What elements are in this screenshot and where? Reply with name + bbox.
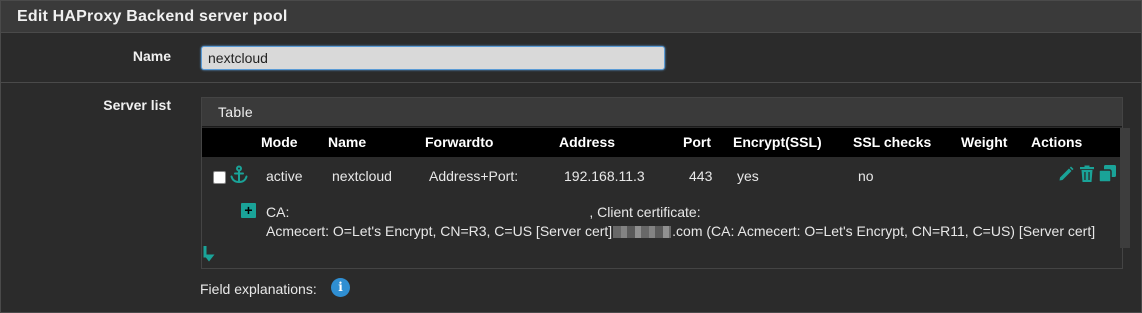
column-header-ssl-checks: SSL checks — [853, 134, 932, 150]
column-header-actions: Actions — [1031, 134, 1083, 150]
cell-ssl-checks: no — [858, 168, 874, 184]
expand-details-button[interactable]: + — [241, 203, 256, 218]
cell-port: 443 — [689, 168, 713, 184]
details-line-2: Acmecert: O=Let's Encrypt, CN=R3, C=US [… — [266, 223, 1095, 239]
column-header-address: Address — [559, 134, 616, 150]
anchor-icon[interactable] — [229, 165, 249, 185]
details-ca-label: CA: — [266, 204, 290, 220]
info-icon[interactable]: i — [331, 278, 350, 297]
details-client-cert-label: , Client certificate: — [589, 204, 701, 220]
details-ca-cert: .com (CA: Acmecert: O=Let's Encrypt, CN=… — [672, 223, 1096, 239]
cell-name: nextcloud — [332, 168, 392, 184]
column-header-port: Port — [683, 134, 711, 150]
name-label: Name — [132, 48, 171, 64]
server-list-table-panel: Table Mode Name Forwardto Address Port E… — [201, 97, 1130, 269]
column-header-forwardto: Forwardto — [425, 134, 494, 150]
field-explanations-label: Field explanations: — [200, 281, 317, 297]
server-list-label: Server list — [103, 97, 171, 113]
row-select-checkbox[interactable] — [213, 171, 226, 184]
details-server-cert: Acmecert: O=Let's Encrypt, CN=R3, C=US [… — [266, 223, 613, 239]
column-header-name: Name — [328, 134, 367, 150]
table-header: Mode Name Forwardto Address Port Encrypt… — [202, 128, 1122, 157]
backend-pool-panel: Edit HAProxy Backend server pool Name Se… — [0, 0, 1142, 313]
copy-icon[interactable] — [1098, 164, 1117, 183]
cell-encrypt: yes — [737, 168, 759, 184]
arrow-down-icon[interactable] — [202, 245, 216, 265]
panel-title: Edit HAProxy Backend server pool — [1, 1, 1141, 33]
table-title: Table — [202, 98, 1122, 127]
column-header-mode: Mode — [261, 134, 298, 150]
row-divider — [1, 82, 1141, 83]
column-header-encrypt: Encrypt(SSL) — [733, 134, 822, 150]
column-header-weight: Weight — [961, 134, 1008, 150]
cell-forwardto: Address+Port: — [429, 168, 519, 184]
details-line-1: CA: , Client certificate: — [266, 204, 701, 220]
cell-address: 192.168.11.3 — [564, 168, 645, 184]
cell-mode: active — [266, 168, 303, 184]
table-scrollbar[interactable] — [1120, 128, 1130, 248]
trash-icon[interactable] — [1078, 165, 1096, 183]
pencil-icon[interactable] — [1057, 165, 1075, 183]
redacted-domain — [613, 226, 672, 239]
name-input[interactable] — [201, 46, 665, 70]
